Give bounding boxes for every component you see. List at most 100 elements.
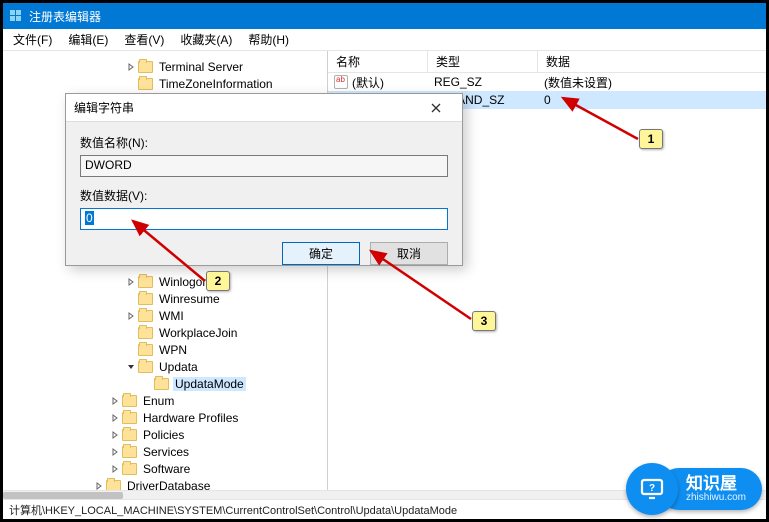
titlebar: 注册表编辑器	[3, 3, 766, 29]
folder-icon	[138, 293, 153, 305]
value-data-label: 数值数据(V):	[80, 187, 448, 204]
header-name[interactable]: 名称	[328, 51, 428, 72]
callout-2: 2	[206, 271, 230, 291]
tree-node[interactable]: Hardware Profiles	[5, 409, 325, 426]
tree-node[interactable]: WorkplaceJoin	[5, 324, 325, 341]
tree-node[interactable]: Services	[5, 443, 325, 460]
tree-label[interactable]: DriverDatabase	[125, 479, 212, 491]
tree-node[interactable]: TimeZoneInformation	[5, 75, 325, 92]
tree-label[interactable]: Terminal Server	[157, 60, 245, 74]
dialog-body: 数值名称(N): DWORD 数值数据(V): 0 确定 取消	[66, 122, 462, 275]
value-name-label: 数值名称(N):	[80, 134, 448, 151]
value-name: (默认)	[352, 74, 384, 91]
cancel-button[interactable]: 取消	[370, 242, 448, 265]
value-data: 0	[538, 93, 766, 107]
menu-edit[interactable]: 编辑(E)	[62, 29, 114, 50]
expander-empty	[125, 327, 137, 339]
svg-text:?: ?	[649, 483, 655, 494]
header-data[interactable]: 数据	[538, 51, 766, 72]
chevron-right-icon[interactable]	[93, 480, 105, 491]
chevron-right-icon[interactable]	[125, 310, 137, 322]
tree-node[interactable]: Winresume	[5, 290, 325, 307]
ok-button[interactable]: 确定	[282, 242, 360, 265]
chevron-down-icon[interactable]	[125, 361, 137, 373]
folder-icon	[138, 310, 153, 322]
registry-editor-window: 注册表编辑器 文件(F) 编辑(E) 查看(V) 收藏夹(A) 帮助(H) Te…	[0, 0, 769, 522]
chevron-right-icon[interactable]	[125, 61, 137, 73]
folder-icon	[138, 361, 153, 373]
menubar: 文件(F) 编辑(E) 查看(V) 收藏夹(A) 帮助(H)	[3, 29, 766, 51]
tree-label[interactable]: WorkplaceJoin	[157, 326, 239, 340]
scrollbar-thumb[interactable]	[3, 492, 123, 499]
brand-name: 知识屋	[686, 475, 746, 492]
tree-label[interactable]: TimeZoneInformation	[157, 77, 275, 91]
folder-icon	[138, 276, 153, 288]
tree-node[interactable]: Enum	[5, 392, 325, 409]
app-icon	[9, 9, 23, 23]
value-row[interactable]: (默认) REG_SZ(数值未设置)	[328, 73, 766, 91]
value-data-input[interactable]: 0	[80, 208, 448, 230]
folder-icon	[154, 378, 169, 390]
folder-icon	[138, 61, 153, 73]
tree-node[interactable]: Winlogon	[5, 273, 325, 290]
folder-icon	[122, 463, 137, 475]
folder-icon	[122, 395, 137, 407]
tree-node[interactable]: DriverDatabase	[5, 477, 325, 490]
chevron-right-icon[interactable]	[109, 395, 121, 407]
values-header: 名称 类型 数据	[328, 51, 766, 73]
chevron-right-icon[interactable]	[109, 446, 121, 458]
dialog-titlebar[interactable]: 编辑字符串	[66, 94, 462, 122]
folder-icon	[138, 327, 153, 339]
menu-help[interactable]: 帮助(H)	[242, 29, 295, 50]
tree-node[interactable]: Policies	[5, 426, 325, 443]
callout-1: 1	[639, 129, 663, 149]
brand-monitor-icon: ?	[626, 463, 678, 515]
dialog-title: 编辑字符串	[74, 99, 134, 116]
tree-node[interactable]: Software	[5, 460, 325, 477]
tree-label[interactable]: Winresume	[157, 292, 222, 306]
folder-icon	[138, 344, 153, 356]
folder-icon	[138, 78, 153, 90]
tree-label[interactable]: Winlogon	[157, 275, 211, 289]
chevron-right-icon[interactable]	[109, 463, 121, 475]
brand-url: zhishiwu.com	[686, 492, 746, 504]
chevron-right-icon[interactable]	[109, 429, 121, 441]
string-value-icon	[334, 75, 348, 89]
tree-label[interactable]: Hardware Profiles	[141, 411, 240, 425]
menu-file[interactable]: 文件(F)	[7, 29, 58, 50]
expander-empty	[141, 378, 153, 390]
value-type: REG_SZ	[428, 75, 538, 89]
edit-string-dialog: 编辑字符串 数值名称(N): DWORD 数值数据(V): 0 确定 取消	[65, 93, 463, 266]
folder-icon	[122, 446, 137, 458]
tree-node[interactable]: Updata	[5, 358, 325, 375]
tree-node[interactable]: Terminal Server	[5, 58, 325, 75]
value-data: (数值未设置)	[538, 74, 766, 91]
dialog-close-button[interactable]	[418, 97, 454, 119]
chevron-right-icon[interactable]	[125, 276, 137, 288]
tree-label[interactable]: WPN	[157, 343, 189, 357]
tree-label[interactable]: WMI	[157, 309, 186, 323]
header-type[interactable]: 类型	[428, 51, 538, 72]
tree-label[interactable]: UpdataMode	[173, 377, 246, 391]
tree-label[interactable]: Enum	[141, 394, 176, 408]
menu-view[interactable]: 查看(V)	[118, 29, 170, 50]
callout-3: 3	[472, 311, 496, 331]
expander-empty	[125, 293, 137, 305]
tree-label[interactable]: Policies	[141, 428, 186, 442]
expander-empty	[125, 344, 137, 356]
tree-node[interactable]: WPN	[5, 341, 325, 358]
close-icon	[431, 103, 441, 113]
tree-node[interactable]: WMI	[5, 307, 325, 324]
window-title: 注册表编辑器	[29, 8, 101, 25]
tree-node[interactable]: UpdataMode	[5, 375, 325, 392]
brand-badge: ? 知识屋 zhishiwu.com	[626, 467, 762, 511]
tree-label[interactable]: Software	[141, 462, 192, 476]
expander-empty	[125, 78, 137, 90]
status-path: 计算机\HKEY_LOCAL_MACHINE\SYSTEM\CurrentCon…	[9, 502, 457, 518]
tree-label[interactable]: Updata	[157, 360, 200, 374]
folder-icon	[106, 480, 121, 491]
tree-label[interactable]: Services	[141, 445, 191, 459]
chevron-right-icon[interactable]	[109, 412, 121, 424]
menu-favorites[interactable]: 收藏夹(A)	[174, 29, 238, 50]
folder-icon	[122, 412, 137, 424]
